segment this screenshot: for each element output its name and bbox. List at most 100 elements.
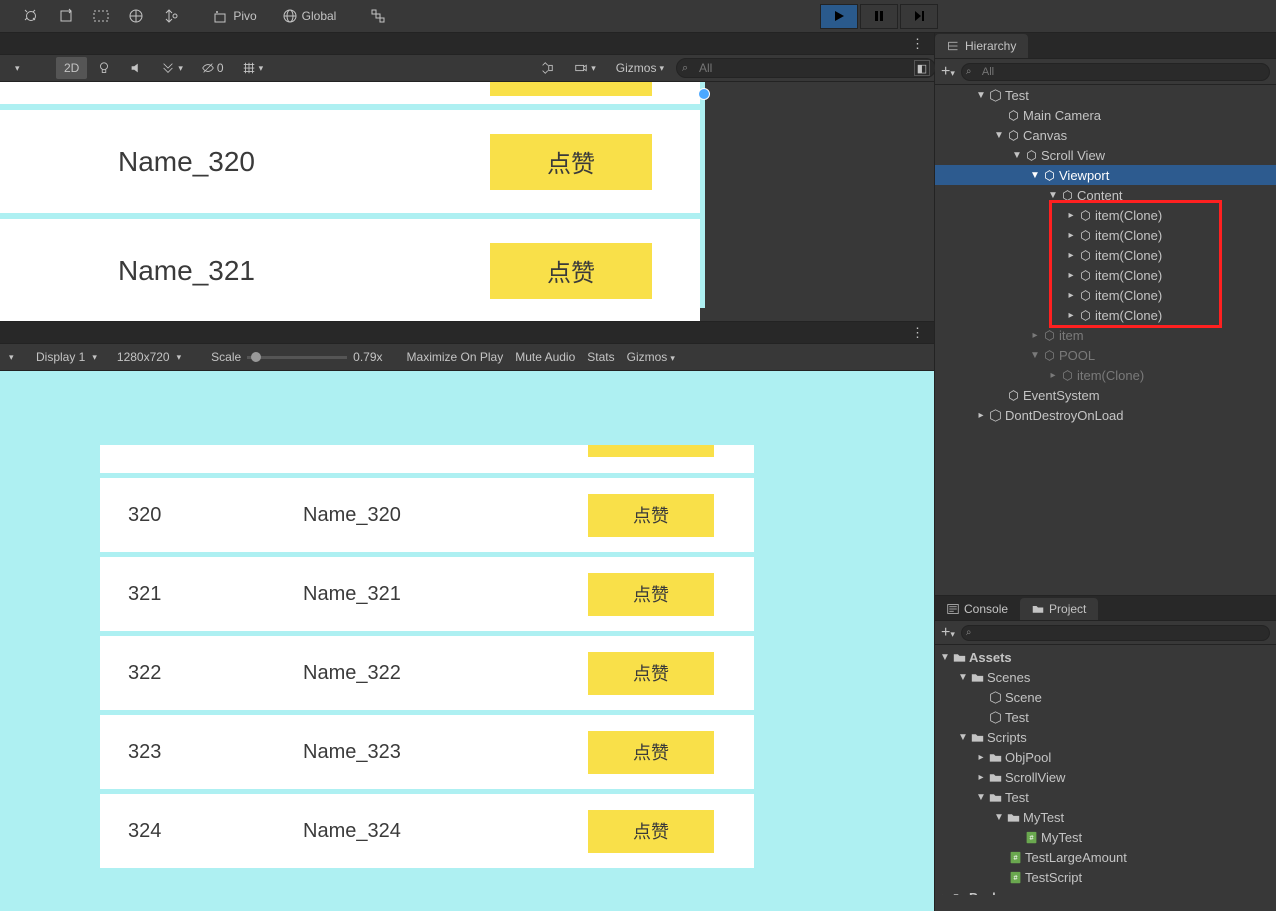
gizmos-dropdown[interactable]: Gizmos xyxy=(608,57,672,79)
maximize-toggle[interactable]: Maximize On Play xyxy=(407,350,504,364)
console-tab[interactable]: Console xyxy=(935,598,1020,620)
tree-folder[interactable]: ▸ObjPool xyxy=(935,747,1276,767)
hand-tool-icon[interactable] xyxy=(14,3,47,29)
tree-node[interactable]: ▸item(Clone) xyxy=(935,205,1276,225)
tree-folder[interactable]: ▼Scenes xyxy=(935,667,1276,687)
mute-toggle[interactable]: Mute Audio xyxy=(515,350,575,364)
tree-folder[interactable]: ▸ScrollView xyxy=(935,767,1276,787)
folder-icon xyxy=(1005,809,1021,825)
game-context-menu-icon[interactable]: ⋮ xyxy=(911,325,924,341)
hidden-count: 0 xyxy=(217,61,224,75)
scene-view[interactable]: Name_320 点赞 Name_321 点赞 xyxy=(0,82,934,322)
like-button[interactable]: 点赞 xyxy=(588,573,714,616)
resolution-dropdown[interactable]: 1280x720 xyxy=(117,350,181,364)
project-create-dropdown[interactable]: +▾ xyxy=(941,624,955,642)
tree-node[interactable]: Main Camera xyxy=(935,105,1276,125)
scale-tool-icon[interactable] xyxy=(119,3,152,29)
tree-node[interactable]: ▼POOL xyxy=(935,345,1276,365)
like-button[interactable]: 点赞 xyxy=(588,810,714,853)
scale-slider[interactable] xyxy=(247,356,347,359)
stats-toggle[interactable]: Stats xyxy=(587,350,614,364)
game-view[interactable]: 320 Name_320 点赞 321 Name_321 点赞 322 Name… xyxy=(0,371,934,911)
tree-file[interactable]: Scene xyxy=(935,687,1276,707)
tree-node[interactable]: ▸item(Clone) xyxy=(935,365,1276,385)
item-name: Name_324 xyxy=(303,820,401,843)
list-item: 323 Name_323 点赞 xyxy=(100,715,754,789)
tree-scene-root[interactable]: ▸DontDestroyOnLoad xyxy=(935,405,1276,425)
rect-tool-handle[interactable] xyxy=(698,88,710,100)
2d-toggle[interactable]: 2D xyxy=(56,57,87,79)
shading-dropdown[interactable] xyxy=(4,57,54,79)
tree-node[interactable]: ▼Scroll View xyxy=(935,145,1276,165)
rect-tool-icon[interactable] xyxy=(154,3,187,29)
scale-value: 0.79x xyxy=(353,350,382,364)
folder-icon xyxy=(987,769,1003,785)
gameobject-icon xyxy=(1077,287,1093,303)
tree-node[interactable]: ▸item xyxy=(935,325,1276,345)
gameobject-icon xyxy=(1041,327,1057,343)
grid-dropdown-icon[interactable] xyxy=(234,57,272,79)
hierarchy-search-input[interactable] xyxy=(961,63,1270,81)
like-button[interactable]: 点赞 xyxy=(588,652,714,695)
tree-node[interactable]: ▼Content xyxy=(935,185,1276,205)
scale-label: Scale xyxy=(211,350,241,364)
scene-search-input[interactable] xyxy=(676,58,936,78)
tree-folder[interactable]: ▼Assets xyxy=(935,647,1276,667)
create-dropdown[interactable]: +▾ xyxy=(941,63,955,81)
play-controls xyxy=(820,4,938,29)
tree-node[interactable]: ▸item(Clone) xyxy=(935,265,1276,285)
item-name: Name_322 xyxy=(303,662,401,685)
tree-node-selected[interactable]: ▼Viewport xyxy=(935,165,1276,185)
folder-icon xyxy=(969,669,985,685)
tree-node[interactable]: ▸item(Clone) xyxy=(935,245,1276,265)
hierarchy-tab[interactable]: Hierarchy xyxy=(935,34,1028,58)
camera-dropdown-icon[interactable] xyxy=(566,57,604,79)
list-item: 320 Name_320 点赞 xyxy=(100,478,754,552)
game-toolbar: Display 1 1280x720 Scale 0.79x Maximize … xyxy=(0,344,934,371)
tree-folder[interactable]: ▼Scripts xyxy=(935,727,1276,747)
audio-toggle-icon[interactable] xyxy=(121,57,151,79)
game-view-dropdown[interactable] xyxy=(6,352,24,363)
tree-node[interactable]: ▸item(Clone) xyxy=(935,285,1276,305)
gameobject-icon xyxy=(1077,207,1093,223)
pause-button[interactable] xyxy=(860,4,898,29)
project-search-input[interactable] xyxy=(961,625,1270,641)
unity-icon xyxy=(987,407,1003,423)
pivot-toggle[interactable]: Pivo xyxy=(205,3,265,29)
tree-file[interactable]: #TestLargeAmount xyxy=(935,847,1276,867)
fx-dropdown-icon[interactable] xyxy=(153,57,191,79)
game-gizmos-dropdown[interactable]: Gizmos xyxy=(627,350,675,364)
play-button[interactable] xyxy=(820,4,858,29)
tree-node[interactable]: ▼Canvas xyxy=(935,125,1276,145)
project-tab[interactable]: Project xyxy=(1020,598,1098,620)
lighting-toggle-icon[interactable] xyxy=(89,57,119,79)
gameobject-icon xyxy=(1059,367,1075,383)
tree-scene-root[interactable]: ▼Test xyxy=(935,85,1276,105)
tree-file[interactable]: Test xyxy=(935,707,1276,727)
tree-node[interactable]: ▸item(Clone) xyxy=(935,305,1276,325)
tree-folder[interactable]: ▸Packages xyxy=(935,887,1276,895)
camera-icon[interactable] xyxy=(532,57,562,79)
display-dropdown[interactable]: Display 1 xyxy=(36,350,97,364)
step-button[interactable] xyxy=(900,4,938,29)
folder-icon xyxy=(969,729,985,745)
tree-folder[interactable]: ▼MyTest xyxy=(935,807,1276,827)
rotate-tool-icon[interactable] xyxy=(84,3,117,29)
like-button[interactable]: 点赞 xyxy=(588,731,714,774)
grid-snap-icon[interactable] xyxy=(361,3,394,29)
hidden-objects-toggle[interactable]: 0 xyxy=(193,57,232,79)
like-button[interactable]: 点赞 xyxy=(588,494,714,537)
scene-like-button[interactable]: 点赞 xyxy=(490,243,652,299)
scene-like-button[interactable]: 点赞 xyxy=(490,134,652,190)
tree-folder[interactable]: ▼Test xyxy=(935,787,1276,807)
gameobject-icon xyxy=(1077,267,1093,283)
move-tool-icon[interactable] xyxy=(49,3,82,29)
tree-node[interactable]: EventSystem xyxy=(935,385,1276,405)
tree-node[interactable]: ▸item(Clone) xyxy=(935,225,1276,245)
tree-file[interactable]: #MyTest xyxy=(935,827,1276,847)
global-toggle[interactable]: Global xyxy=(269,3,349,29)
search-scope-icon[interactable]: ◧ xyxy=(914,60,930,76)
scene-context-menu-icon[interactable]: ⋮ xyxy=(911,36,924,52)
tree-file[interactable]: #TestScript xyxy=(935,867,1276,887)
gameobject-icon xyxy=(1077,247,1093,263)
